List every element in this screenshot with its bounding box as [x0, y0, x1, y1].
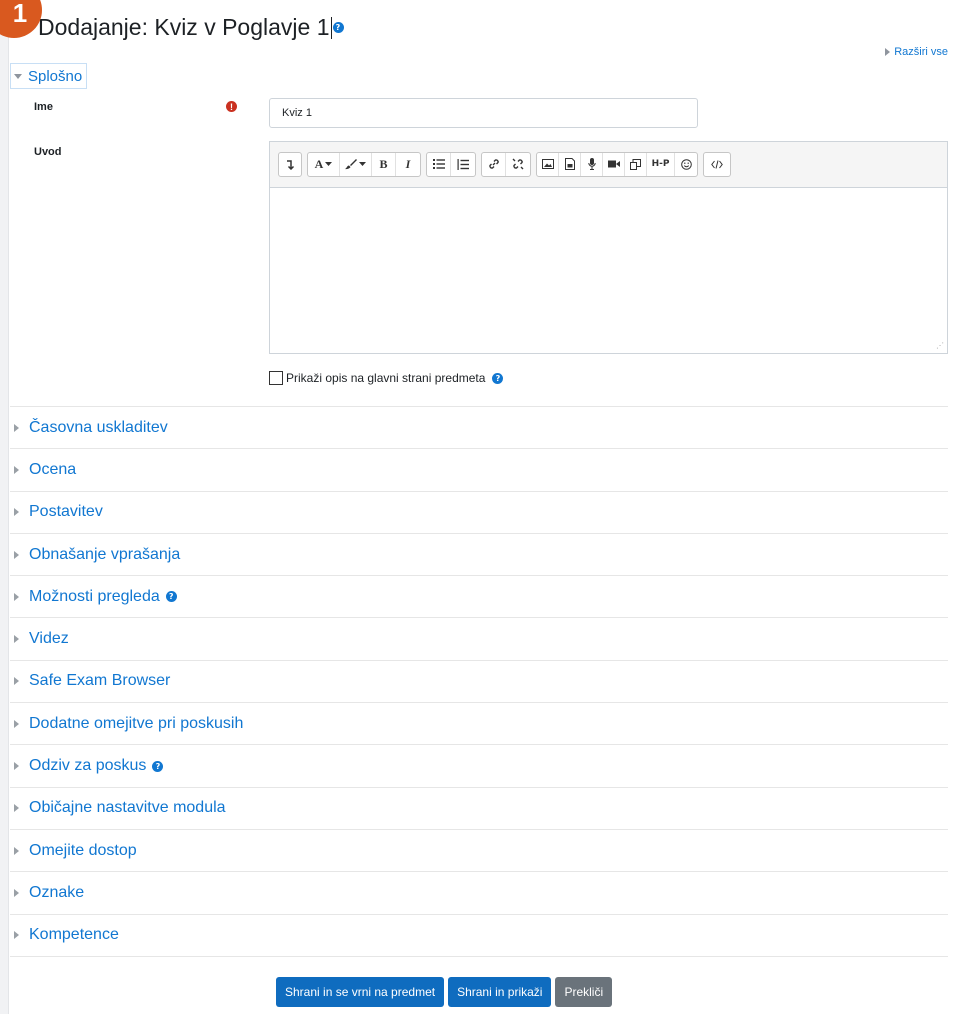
triangle-right-icon — [14, 762, 19, 771]
form-buttons: Shrani in se vrni na predmet Shrani in p… — [276, 977, 613, 1007]
font-color-icon[interactable]: A — [308, 152, 340, 176]
section-general-label: Splošno — [28, 67, 83, 85]
section-label: Videz — [29, 630, 69, 648]
collapse-icon[interactable] — [279, 153, 301, 176]
document-icon[interactable] — [559, 152, 581, 176]
toolbar-group-links — [481, 151, 531, 177]
section-list: Časovna uskladitev Ocena Postavitev Obnašan… — [10, 406, 948, 957]
section-header[interactable]: Videz — [10, 618, 948, 661]
name-input[interactable]: Kviz 1 — [269, 98, 698, 128]
page-title: Dodajanje: Kviz v Poglavje 1? — [38, 14, 344, 41]
triangle-right-icon — [885, 48, 891, 56]
help-icon[interactable]: ? — [492, 372, 504, 384]
help-icon[interactable]: ? — [332, 22, 344, 33]
cancel-button[interactable]: Prekliči — [555, 977, 613, 1007]
emoji-icon[interactable] — [675, 153, 697, 176]
paintbrush-icon[interactable] — [340, 152, 372, 176]
triangle-right-icon — [14, 635, 19, 644]
triangle-right-icon — [14, 804, 19, 813]
section-label: Oznake — [29, 883, 85, 901]
bold-icon[interactable]: B — [372, 152, 396, 176]
section-label: Kompetence — [29, 926, 119, 944]
triangle-right-icon — [14, 719, 19, 728]
help-icon[interactable]: ? — [165, 591, 177, 603]
html-icon[interactable] — [704, 153, 730, 176]
copy-icon[interactable] — [625, 152, 647, 176]
required-icon: ! — [226, 101, 237, 112]
triangle-right-icon — [14, 677, 19, 686]
section-label: Obnašanje vprašanja — [29, 545, 181, 563]
section-label: Odziv za poskus — [29, 757, 147, 775]
section-label: Običajne nastavitve modula — [29, 799, 226, 817]
video-camera-icon[interactable] — [603, 152, 625, 176]
show-description-option[interactable]: Prikaži opis na glavni strani predmeta ? — [269, 371, 504, 385]
section-header[interactable]: Kompetence — [10, 915, 948, 957]
ordered-list-icon[interactable] — [451, 153, 475, 176]
section-header[interactable]: Obnašanje vprašanja — [10, 534, 948, 577]
expand-all-link[interactable]: Razširi vse — [885, 46, 948, 58]
intro-label: Uvod — [34, 146, 62, 158]
section-header[interactable]: Običajne nastavitve modula — [10, 788, 948, 830]
toolbar-group-html — [703, 151, 731, 177]
intro-editor: A B I H-P ⋰ — [269, 141, 948, 354]
section-header[interactable]: Dodatne omejitve pri poskusih — [10, 703, 948, 746]
triangle-right-icon — [14, 550, 19, 559]
section-label: Postavitev — [29, 503, 103, 521]
step-number: 1 — [12, 0, 28, 28]
save-and-display-button[interactable]: Shrani in prikaži — [448, 977, 552, 1007]
name-label: Ime — [34, 101, 53, 113]
show-description-checkbox[interactable] — [269, 371, 283, 385]
microphone-icon[interactable] — [581, 152, 603, 176]
toolbar-group-style: A B I — [307, 151, 421, 177]
section-header[interactable]: Safe Exam Browser — [10, 661, 948, 704]
section-label: Omejite dostop — [29, 841, 137, 859]
unordered-list-icon[interactable] — [427, 152, 451, 176]
section-header[interactable]: Možnosti pregleda? — [10, 576, 948, 619]
section-label: Možnosti pregleda — [29, 587, 160, 605]
triangle-right-icon — [14, 592, 19, 601]
font-color-glyph: A — [314, 156, 324, 171]
image-icon[interactable] — [537, 152, 559, 176]
expand-all-label: Razširi vse — [894, 46, 948, 58]
editor-toolbar: A B I H-P — [270, 142, 947, 186]
h5p-icon[interactable]: H-P — [647, 152, 675, 176]
section-label: Časovna uskladitev — [29, 418, 168, 436]
triangle-right-icon — [14, 423, 19, 432]
section-general-header[interactable]: Splošno — [10, 63, 88, 89]
section-header[interactable]: Oznake — [10, 872, 948, 915]
show-description-label: Prikaži opis na glavni strani predmeta — [286, 371, 486, 385]
step-number-badge: 1 — [0, 0, 42, 38]
triangle-right-icon — [14, 888, 19, 897]
section-label: Safe Exam Browser — [29, 672, 171, 690]
section-header[interactable]: Odziv za poskus? — [10, 745, 948, 788]
link-icon[interactable] — [482, 152, 506, 176]
intro-editor-content[interactable]: ⋰ — [270, 187, 947, 353]
triangle-down-icon — [14, 73, 22, 79]
toolbar-group-media: H-P — [536, 151, 698, 177]
triangle-right-icon — [14, 846, 19, 855]
triangle-right-icon — [14, 508, 19, 517]
page-title-text: Dodajanje: Kviz v Poglavje 1 — [38, 14, 330, 40]
section-label: Dodatne omejitve pri poskusih — [29, 714, 244, 732]
section-header[interactable]: Časovna uskladitev — [10, 407, 948, 450]
triangle-right-icon — [14, 931, 19, 940]
section-header[interactable]: Omejite dostop — [10, 830, 948, 873]
section-header[interactable]: Postavitev — [10, 492, 948, 534]
left-drawer-strip — [0, 0, 9, 1014]
triangle-right-icon — [14, 465, 19, 474]
help-icon[interactable]: ? — [152, 760, 164, 772]
toolbar-group-lists — [426, 151, 476, 177]
italic-icon[interactable]: I — [396, 153, 420, 176]
text-cursor — [330, 16, 332, 39]
section-header[interactable]: Ocena — [10, 449, 948, 492]
unlink-icon[interactable] — [506, 153, 530, 176]
save-and-return-button[interactable]: Shrani in se vrni na predmet — [276, 977, 445, 1007]
toolbar-group-collapse — [278, 151, 302, 177]
section-label: Ocena — [29, 460, 77, 478]
resize-grip-icon[interactable]: ⋰ — [936, 342, 944, 350]
